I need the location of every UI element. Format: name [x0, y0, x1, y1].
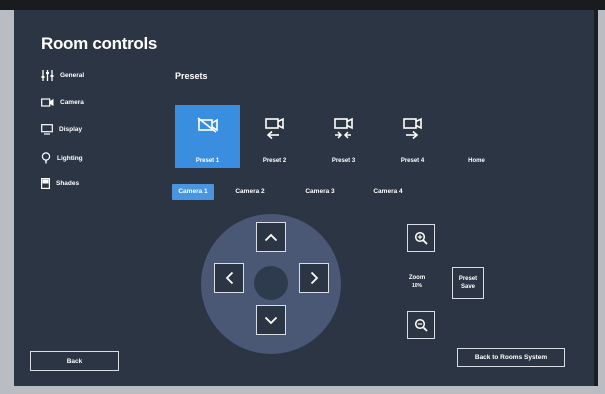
room-controls-screen: Room controls General Camera Display Lig… — [14, 10, 598, 386]
zoom-out-button[interactable] — [407, 311, 435, 339]
zoom-in-button[interactable] — [407, 224, 435, 252]
camera-arrow-left-icon — [264, 117, 284, 140]
preset-label: Preset 4 — [400, 158, 425, 164]
page-title: Room controls — [41, 34, 158, 53]
zoom-in-icon — [414, 231, 428, 245]
preset-4-button[interactable]: Preset 4 — [380, 105, 445, 168]
pan-down-button[interactable] — [256, 305, 286, 335]
chevron-right-icon — [310, 271, 318, 285]
tab-camera-2[interactable]: Camera 2 — [228, 184, 272, 200]
preset-1-button[interactable]: Preset 1 — [175, 105, 240, 168]
chevron-left-icon — [225, 271, 233, 285]
screen-bezel — [0, 0, 605, 10]
zoom-out-icon — [414, 318, 428, 332]
sidebar-item-label: Lighting — [57, 154, 83, 162]
presets-heading: Presets — [175, 71, 208, 81]
preset-home-button[interactable]: Home — [444, 105, 509, 168]
chevron-down-icon — [264, 316, 278, 324]
lightbulb-icon — [41, 152, 51, 164]
zoom-label: Zoom — [408, 275, 426, 281]
shades-icon — [41, 178, 50, 189]
preset-label: Preset 3 — [331, 158, 356, 164]
zoom-readout: Zoom 10% — [402, 274, 432, 290]
monitor-icon — [41, 124, 53, 135]
sidebar-item-camera[interactable]: Camera — [41, 98, 84, 107]
preset-3-button[interactable]: Preset 3 — [311, 105, 376, 168]
preset-save-label: Preset Save — [459, 275, 477, 291]
back-button[interactable]: Back — [30, 351, 119, 371]
preset-save-line1: Preset — [458, 276, 478, 282]
sidebar-item-display[interactable]: Display — [41, 124, 82, 135]
preset-2-button[interactable]: Preset 2 — [242, 105, 307, 168]
camera-arrow-right-icon — [402, 117, 422, 140]
pan-up-button[interactable] — [256, 222, 286, 252]
preset-save-line2: Save — [460, 284, 475, 290]
sidebar-item-label: Display — [59, 126, 83, 133]
pan-right-button[interactable] — [299, 263, 329, 293]
back-to-rooms-system-button[interactable]: Back to Rooms System — [457, 348, 565, 367]
preset-label: Home — [468, 158, 485, 164]
sidebar-item-general[interactable]: General — [41, 70, 84, 81]
tab-camera-1[interactable]: Camera 1 — [172, 184, 214, 200]
chevron-up-icon — [264, 233, 278, 241]
zoom-value: 10% — [411, 283, 422, 289]
preset-label: Preset 2 — [262, 158, 287, 164]
sidebar-item-label: General — [60, 72, 85, 79]
camera-icon — [41, 98, 54, 107]
pad-center — [254, 266, 288, 300]
camera-arrows-in-icon — [333, 117, 353, 139]
sliders-icon — [41, 70, 54, 81]
sidebar-item-lighting[interactable]: Lighting — [41, 152, 83, 164]
tab-camera-4[interactable]: Camera 4 — [366, 184, 410, 200]
tab-camera-3[interactable]: Camera 3 — [298, 184, 342, 200]
pan-left-button[interactable] — [214, 263, 244, 293]
sidebar-item-label: Camera — [60, 99, 84, 106]
preset-label: Preset 1 — [195, 158, 220, 164]
camera-off-icon — [197, 117, 218, 133]
sidebar-item-label: Shades — [56, 180, 80, 187]
sidebar-item-shades[interactable]: Shades — [41, 178, 79, 189]
preset-save-button[interactable]: Preset Save — [452, 267, 484, 299]
